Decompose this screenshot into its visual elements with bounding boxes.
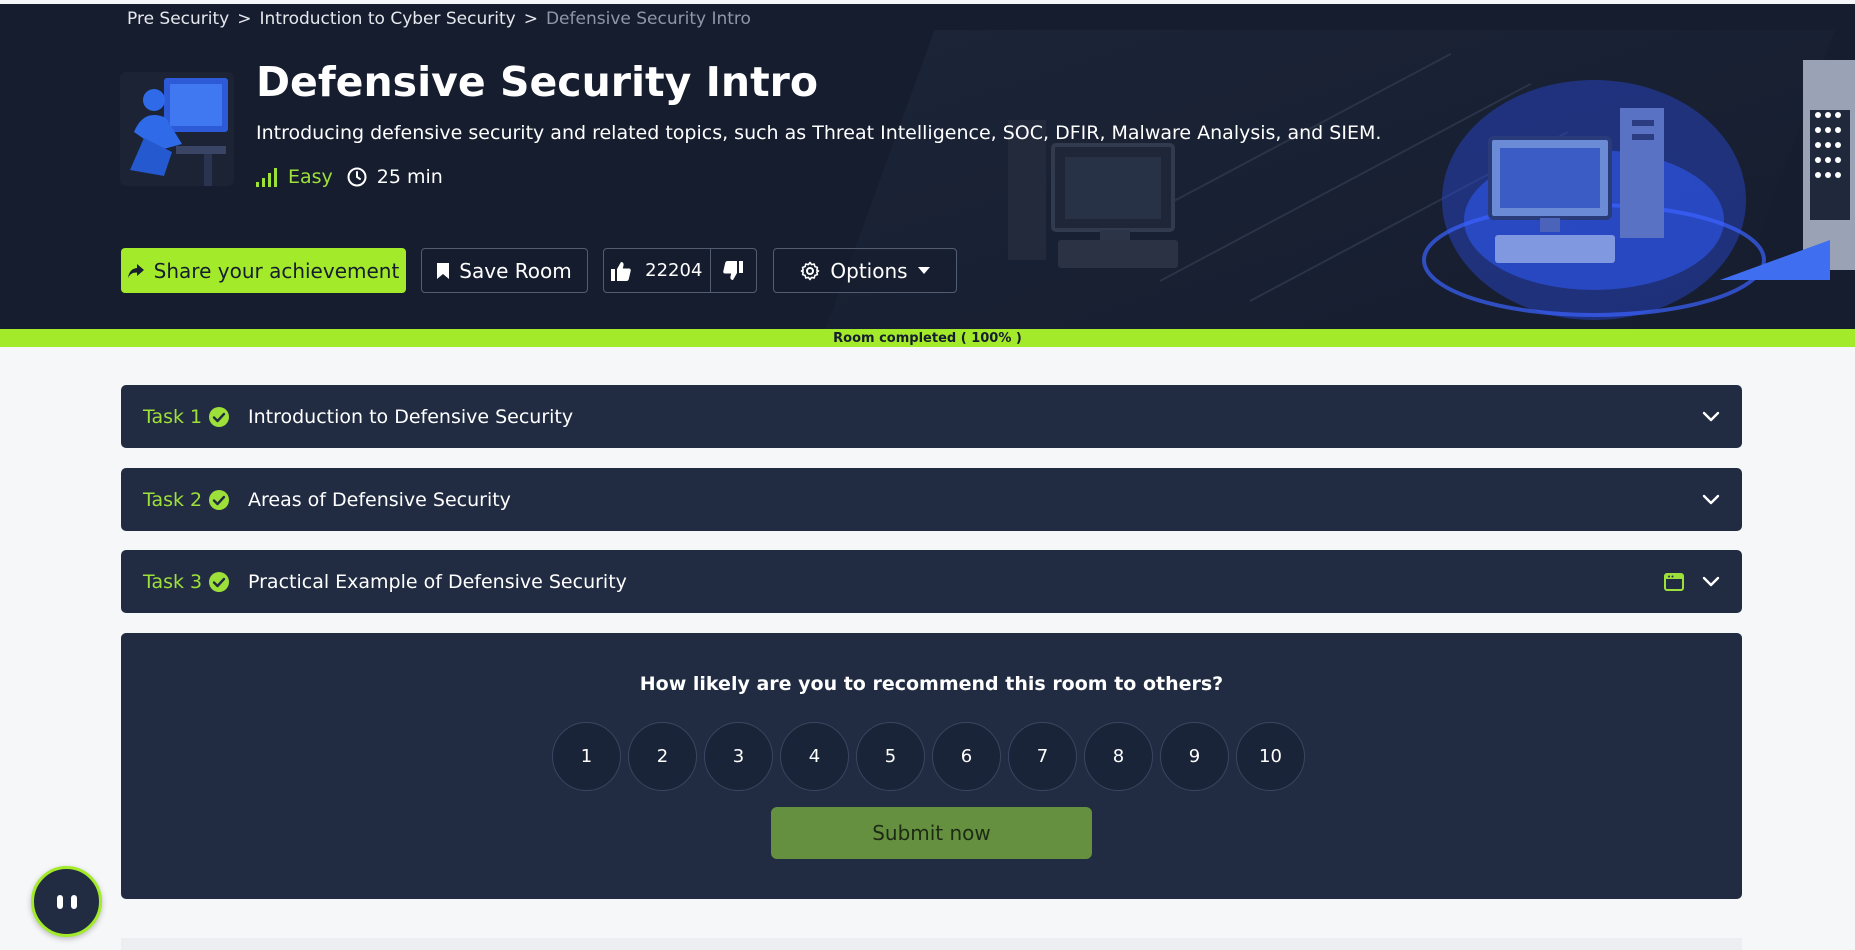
- task-3-header[interactable]: Task 3 Practical Example of Defensive Se…: [121, 550, 1742, 613]
- chevron-down-icon[interactable]: [1702, 411, 1720, 423]
- room-header: Pre Security > Introduction to Cyber Sec…: [0, 0, 1855, 329]
- task-number: Task 3: [143, 570, 203, 593]
- like-count: 22204: [645, 260, 703, 281]
- assistant-icon-eye-left: [56, 894, 63, 909]
- rating-option-4[interactable]: 4: [780, 722, 849, 791]
- breadcrumb-separator: >: [523, 9, 538, 29]
- room-avatar: [120, 72, 234, 186]
- options-label: Options: [830, 258, 908, 283]
- rating-option-8[interactable]: 8: [1084, 722, 1153, 791]
- save-room-button[interactable]: Save Room: [421, 248, 588, 293]
- share-achievement-button[interactable]: Share your achievement: [121, 248, 406, 293]
- task-number: Task 2: [143, 488, 203, 511]
- rating-option-10[interactable]: 10: [1236, 722, 1305, 791]
- task-title: Introduction to Defensive Security: [248, 405, 574, 428]
- rating-scale: 1 2 3 4 5 6 7 8 9 10: [552, 722, 1305, 791]
- chevron-down-icon[interactable]: [1702, 494, 1720, 506]
- clock-icon: [347, 167, 367, 187]
- vote-group: 22204: [603, 248, 757, 293]
- breadcrumb-current: Defensive Security Intro: [545, 9, 751, 29]
- breadcrumb-separator: >: [237, 9, 252, 29]
- rating-option-5[interactable]: 5: [856, 722, 925, 791]
- duration-label: 25 min: [376, 166, 443, 188]
- check-circle-icon: [209, 406, 229, 427]
- room-meta: Easy 25 min: [256, 166, 443, 188]
- share-achievement-label: Share your achievement: [153, 258, 400, 283]
- next-section-edge: [121, 938, 1742, 950]
- thumbs-down-icon: [723, 260, 744, 280]
- thumbs-up-icon: [611, 261, 631, 281]
- task-controls: [1702, 411, 1720, 423]
- breadcrumb-item-intro-cyber[interactable]: Introduction to Cyber Security: [260, 9, 516, 29]
- task-controls: [1664, 572, 1720, 591]
- task-title: Practical Example of Defensive Security: [248, 570, 627, 593]
- breadcrumb: Pre Security > Introduction to Cyber Sec…: [127, 9, 751, 29]
- room-progress-bar: Room completed ( 100% ): [0, 329, 1855, 347]
- task-controls: [1702, 494, 1720, 506]
- room-title: Defensive Security Intro: [256, 58, 819, 106]
- check-circle-icon: [209, 489, 229, 510]
- room-progress-label: Room completed ( 100% ): [833, 330, 1022, 346]
- rating-option-2[interactable]: 2: [628, 722, 697, 791]
- rating-option-3[interactable]: 3: [704, 722, 773, 791]
- room-description: Introducing defensive security and relat…: [256, 122, 1382, 144]
- task-1-header[interactable]: Task 1 Introduction to Defensive Securit…: [121, 385, 1742, 448]
- assistant-icon-eye-right: [70, 894, 77, 909]
- rating-option-7[interactable]: 7: [1008, 722, 1077, 791]
- top-border: [0, 0, 1855, 4]
- gear-icon: [801, 261, 820, 280]
- breadcrumb-item-pre-security[interactable]: Pre Security: [127, 9, 229, 29]
- rating-option-1[interactable]: 1: [552, 722, 621, 791]
- rating-option-9[interactable]: 9: [1160, 722, 1229, 791]
- dislike-button[interactable]: [711, 249, 756, 292]
- header-illustration: [1008, 60, 1855, 320]
- caret-down-icon: [917, 266, 930, 274]
- browser-window-icon[interactable]: [1664, 572, 1684, 591]
- bookmark-icon: [437, 262, 450, 279]
- rating-option-6[interactable]: 6: [932, 722, 1001, 791]
- check-circle-icon: [209, 571, 229, 592]
- task-2-header[interactable]: Task 2 Areas of Defensive Security: [121, 468, 1742, 531]
- task-title: Areas of Defensive Security: [248, 488, 511, 511]
- options-dropdown[interactable]: Options: [773, 248, 957, 293]
- like-button[interactable]: 22204: [604, 249, 711, 292]
- assistant-chat-button[interactable]: [31, 866, 102, 937]
- share-icon: [127, 263, 144, 278]
- difficulty-bars-icon: [256, 168, 277, 187]
- save-room-label: Save Room: [459, 258, 572, 283]
- rating-question: How likely are you to recommend this roo…: [639, 673, 1224, 695]
- recommend-rating-panel: How likely are you to recommend this roo…: [121, 633, 1742, 899]
- chevron-down-icon[interactable]: [1702, 576, 1720, 588]
- task-number: Task 1: [143, 405, 203, 428]
- difficulty-label: Easy: [288, 166, 333, 188]
- submit-rating-button[interactable]: Submit now: [771, 807, 1092, 859]
